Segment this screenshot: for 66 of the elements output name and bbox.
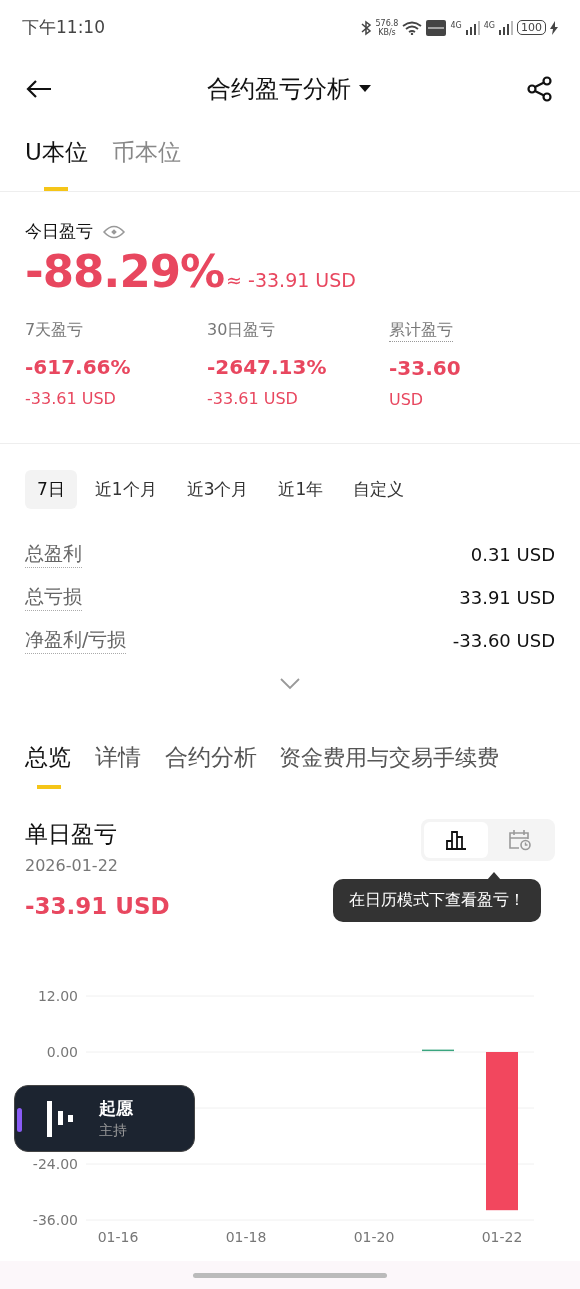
calendar-clock-icon bbox=[508, 829, 532, 851]
stat-value: -617.66% bbox=[25, 355, 131, 379]
daily-pnl-amount: -33.91 USD bbox=[25, 893, 170, 919]
section-tab[interactable]: 资金费用与交易手续费 bbox=[279, 742, 499, 789]
period-chip[interactable]: 近1个月 bbox=[82, 470, 169, 509]
today-pnl-label: 今日盈亏 bbox=[25, 220, 93, 243]
axis-label: 01-16 bbox=[97, 1229, 139, 1245]
axis-label: -24.00 bbox=[32, 1156, 78, 1172]
period-chip[interactable]: 自定义 bbox=[341, 470, 417, 509]
axis-label: 0.00 bbox=[46, 1044, 78, 1060]
drag-handle[interactable] bbox=[17, 1108, 22, 1132]
home-indicator[interactable] bbox=[193, 1272, 387, 1278]
tooltip: 在日历模式下查看盈亏！ bbox=[333, 879, 541, 922]
total-label[interactable]: 净盈利/亏损 bbox=[25, 627, 127, 654]
axis-label: 12.00 bbox=[37, 988, 78, 1004]
share-icon[interactable] bbox=[526, 75, 554, 103]
wifi-icon bbox=[402, 20, 423, 35]
network-speed: 576.8 KB/s bbox=[375, 18, 399, 37]
section-tab[interactable]: 详情 bbox=[95, 742, 141, 789]
unit-tab[interactable]: U本位 bbox=[25, 123, 88, 191]
axis-label: -36.00 bbox=[32, 1212, 78, 1228]
stat-label[interactable]: 累计盈亏 bbox=[389, 320, 453, 342]
view-button[interactable] bbox=[424, 822, 488, 858]
eye-icon[interactable] bbox=[103, 224, 125, 239]
stat-label: 30日盈亏 bbox=[207, 320, 276, 341]
battery-level: 100 bbox=[517, 20, 546, 35]
total-value: 0.31 USD bbox=[470, 544, 555, 565]
period-chip[interactable]: 7日 bbox=[25, 470, 77, 509]
signal-icon bbox=[499, 20, 513, 35]
total-value: -33.60 USD bbox=[452, 630, 555, 651]
charging-icon bbox=[550, 20, 558, 35]
stat-amount: USD bbox=[389, 390, 424, 409]
chevron-down-icon[interactable] bbox=[280, 678, 300, 690]
host-name: 起愿 bbox=[99, 1097, 133, 1120]
axis-label: 01-18 bbox=[225, 1229, 267, 1245]
section-tab[interactable]: 总览 bbox=[25, 742, 71, 789]
daily-pnl-title: 单日盈亏 bbox=[25, 820, 117, 849]
unit-tab[interactable]: 币本位 bbox=[111, 123, 181, 191]
network-type: 4G bbox=[450, 20, 462, 30]
stat-label: 7天盈亏 bbox=[25, 320, 84, 341]
caret-icon bbox=[359, 85, 371, 93]
back-icon[interactable] bbox=[26, 79, 52, 99]
axis-label: 01-22 bbox=[481, 1229, 523, 1245]
stat-amount: -33.61 USD bbox=[25, 389, 116, 408]
bar bbox=[422, 1049, 454, 1052]
status-time: 下午11:10 bbox=[22, 16, 105, 39]
network-type: 4G bbox=[483, 20, 495, 30]
bluetooth-icon bbox=[359, 19, 372, 36]
signal-icon bbox=[465, 20, 480, 35]
today-pnl-amount: ≈ -33.91 USD bbox=[226, 269, 356, 291]
daily-pnl-date: 2026-01-22 bbox=[25, 856, 118, 875]
stat-value: -33.60 bbox=[389, 356, 461, 380]
period-chip[interactable]: 近3个月 bbox=[174, 470, 261, 509]
stat-value: -2647.13% bbox=[207, 355, 327, 379]
period-chip[interactable]: 近1年 bbox=[266, 470, 336, 509]
axis-label: 01-20 bbox=[353, 1229, 395, 1245]
total-label[interactable]: 总盈利 bbox=[25, 541, 82, 568]
floating-widget[interactable]: 起愿 主持 bbox=[14, 1085, 195, 1152]
page-title-dropdown[interactable]: 合约盈亏分析 bbox=[207, 73, 371, 105]
bar-chart-icon bbox=[445, 830, 467, 850]
host-role: 主持 bbox=[99, 1122, 128, 1140]
total-value: 33.91 USD bbox=[459, 587, 555, 608]
section-tab[interactable]: 合约分析 bbox=[165, 742, 257, 789]
today-pnl-percent: -88.29% bbox=[25, 245, 225, 298]
stat-amount: -33.61 USD bbox=[207, 389, 298, 408]
total-label[interactable]: 总亏损 bbox=[25, 584, 82, 611]
